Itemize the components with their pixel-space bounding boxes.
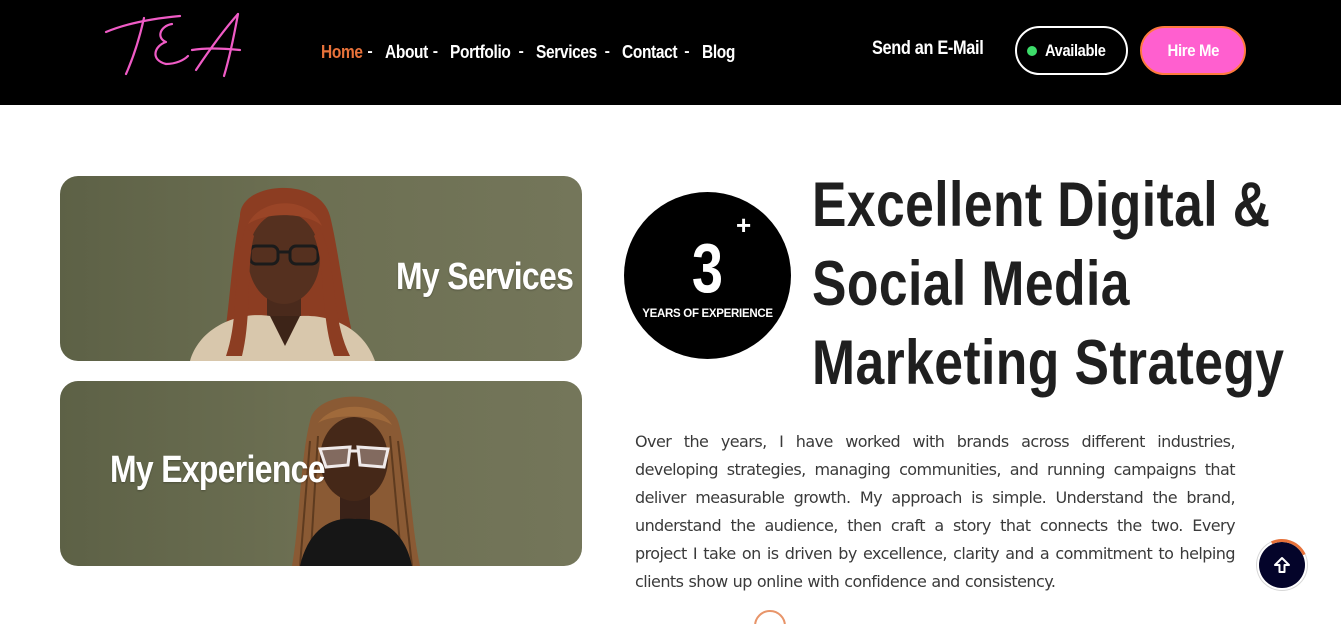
badge-number: 3 xyxy=(691,229,724,307)
send-email-link[interactable]: Send an E-Mail xyxy=(872,38,984,60)
experience-badge: 3 + YEARS OF EXPERIENCE xyxy=(624,192,791,359)
intro-paragraph: Over the years, I have worked with brand… xyxy=(635,432,1236,591)
site-header: Home - About - Portfolio - Services - Co… xyxy=(0,0,1341,105)
experience-card-title: My Experience xyxy=(110,449,325,491)
nav-contact[interactable]: Contact xyxy=(622,42,678,63)
hire-me-button[interactable]: Hire Me xyxy=(1140,26,1246,75)
circle-decoration xyxy=(754,610,786,624)
nav-about[interactable]: About xyxy=(385,42,428,63)
nav-separator: - xyxy=(518,43,524,60)
hire-me-label: Hire Me xyxy=(1167,40,1219,60)
main-nav: Home - About - Portfolio - Services - Co… xyxy=(321,38,735,66)
experience-card[interactable]: My Experience xyxy=(60,381,582,566)
services-card[interactable]: My Services xyxy=(60,176,582,361)
badge-label: YEARS OF EXPERIENCE xyxy=(642,308,773,320)
nav-home[interactable]: Home xyxy=(321,42,363,63)
services-card-title: My Services xyxy=(396,256,574,298)
page-headline: Excellent Digital & Social Media Marketi… xyxy=(812,166,1285,403)
nav-separator: - xyxy=(604,43,610,60)
headline-line: Marketing Strategy xyxy=(812,328,1285,398)
badge-plus: + xyxy=(736,210,752,240)
headline-line: Excellent Digital & xyxy=(812,170,1271,240)
nav-blog[interactable]: Blog xyxy=(702,42,735,63)
arrow-up-icon xyxy=(1274,557,1290,573)
nav-services[interactable]: Services xyxy=(536,42,597,63)
nav-separator: - xyxy=(432,43,439,60)
nav-separator: - xyxy=(367,43,373,60)
nav-separator: - xyxy=(684,43,690,60)
portrait-image xyxy=(190,187,375,361)
available-label: Available xyxy=(1045,40,1106,60)
logo[interactable] xyxy=(100,8,245,88)
scroll-to-top-button[interactable] xyxy=(1259,542,1305,588)
available-button[interactable]: Available xyxy=(1015,26,1128,75)
status-dot-icon xyxy=(1027,45,1038,56)
headline-line: Social Media xyxy=(812,249,1130,319)
nav-portfolio[interactable]: Portfolio xyxy=(450,42,511,63)
